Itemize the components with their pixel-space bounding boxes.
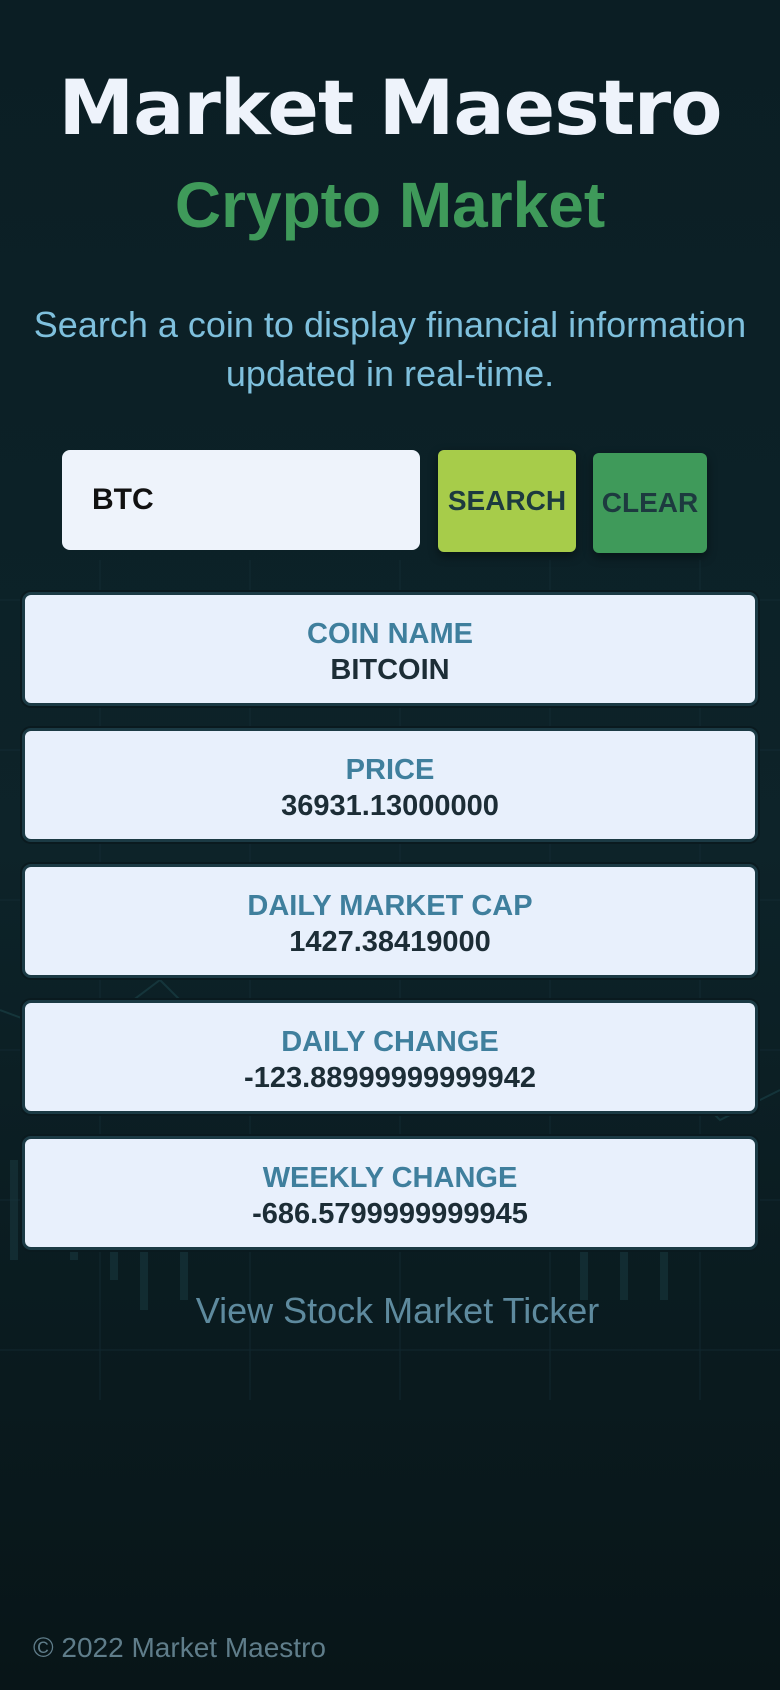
card-label: WEEKLY CHANGE (262, 1162, 518, 1194)
weekly-change-card: WEEKLY CHANGE -686.5799999999945 (22, 1136, 758, 1250)
card-value: -123.88999999999942 (244, 1062, 536, 1094)
clear-button[interactable]: CLEAR (593, 453, 707, 553)
page-content: Market Maestro Crypto Market Search a co… (0, 0, 780, 1690)
daily-market-cap-card: DAILY MARKET CAP 1427.38419000 (22, 864, 758, 978)
intro-text: Search a coin to display financial infor… (33, 304, 747, 394)
stock-ticker-link[interactable]: View Stock Market Ticker (0, 1288, 780, 1334)
app-title: Market Maestro (58, 63, 723, 152)
search-button[interactable]: SEARCH (438, 450, 576, 552)
footer-copyright: © 2022 Market Maestro (33, 1632, 326, 1663)
card-label: DAILY CHANGE (281, 1026, 499, 1058)
price-card: PRICE 36931.13000000 (22, 728, 758, 842)
daily-change-card: DAILY CHANGE -123.88999999999942 (22, 1000, 758, 1114)
card-label: COIN NAME (307, 618, 473, 650)
card-label: PRICE (345, 754, 435, 786)
coin-search-input[interactable] (62, 450, 420, 550)
card-value: 36931.13000000 (281, 790, 499, 822)
card-value: 1427.38419000 (289, 926, 491, 958)
coin-name-card: COIN NAME BITCOIN (22, 592, 758, 706)
page-subtitle: Crypto Market (174, 169, 606, 241)
card-value: -686.5799999999945 (252, 1198, 528, 1230)
card-label: DAILY MARKET CAP (247, 890, 533, 922)
card-value: BITCOIN (330, 654, 450, 686)
